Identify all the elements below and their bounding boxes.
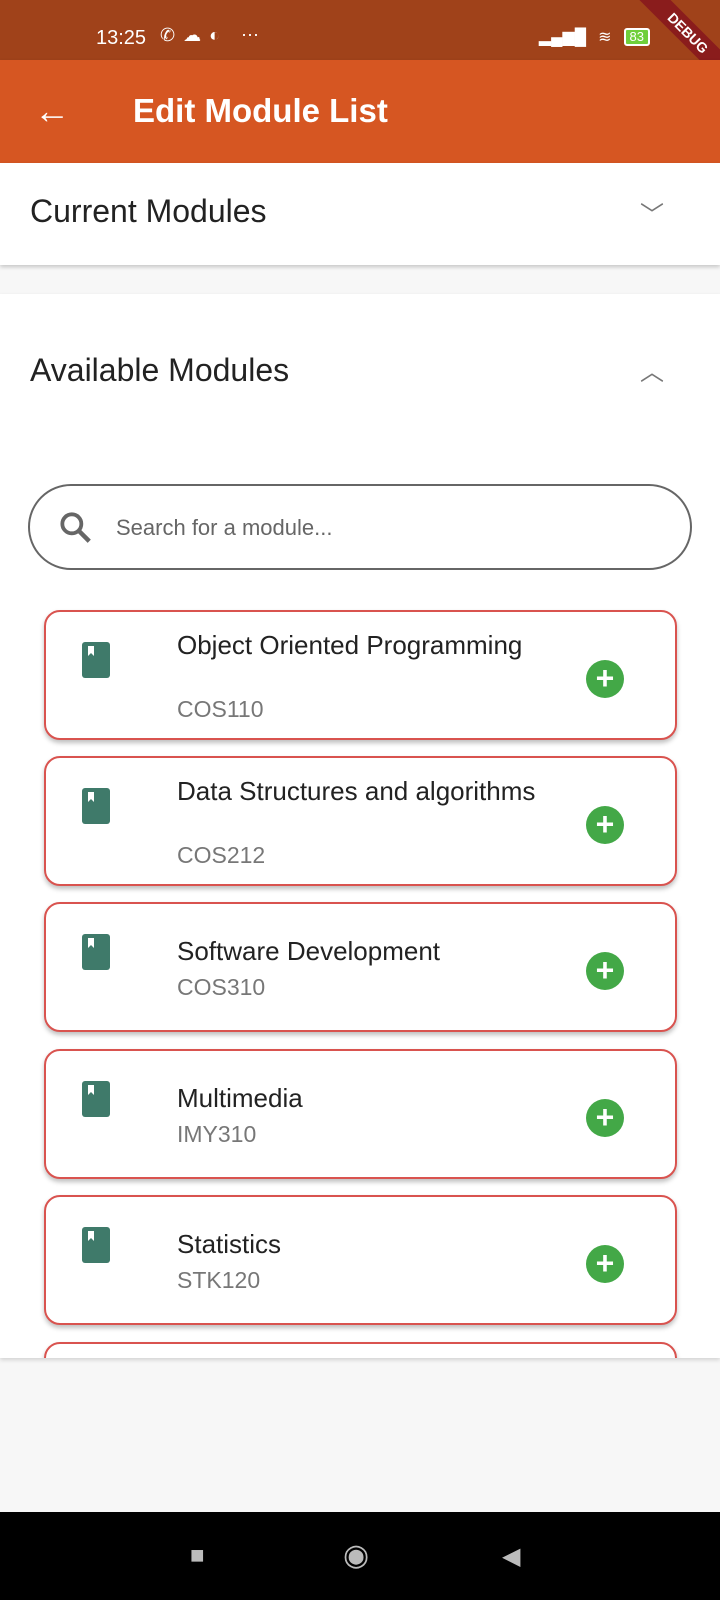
available-modules-title: Available Modules [30,352,290,388]
notification-icons: ✆☁◐ ⋯ [160,25,267,45]
module-name: Multimedia [177,1083,303,1113]
module-name: Statistics [177,1229,282,1259]
module-code: STK120 [177,1267,261,1293]
module-card[interactable] [44,1342,677,1358]
back-button[interactable]: ◀ [502,1542,520,1571]
book-icon [82,1227,110,1263]
wifi-icon: ≋ [598,29,612,46]
search-icon [60,512,91,543]
module-name: Object Oriented Programming [177,630,523,660]
battery-icon: 83 [623,28,650,46]
recents-button[interactable]: ■ [190,1542,205,1570]
add-circle-icon[interactable]: + [586,806,624,844]
current-modules-title: Current Modules [30,193,267,229]
module-card[interactable]: Data Structures and algorithms COS212 + [44,756,677,886]
module-name: Data Structures and algorithms [177,776,536,806]
module-card[interactable]: Object Oriented Programming COS110 + [44,610,677,740]
current-modules-panel[interactable]: Current Modules ﹀ [0,163,720,265]
module-code: COS310 [177,974,266,1000]
search-input[interactable] [116,506,656,550]
module-card[interactable]: Multimedia IMY310 + [44,1049,677,1179]
add-circle-icon[interactable]: + [586,952,624,990]
book-icon [82,642,110,678]
add-circle-icon[interactable]: + [586,660,624,698]
home-button[interactable]: ◉ [343,1538,369,1573]
system-nav-bar: ■ ◉ ◀ [0,1512,720,1600]
book-icon [82,788,110,824]
chevron-down-icon[interactable]: ﹀ [640,195,664,230]
add-circle-icon[interactable]: + [586,1245,624,1283]
module-name: Software Development [177,936,441,966]
book-icon [82,934,110,970]
add-circle-icon[interactable]: + [586,1099,624,1137]
status-time: 13:25 [96,27,147,49]
back-arrow-icon[interactable]: ← [34,90,70,132]
module-code: COS212 [177,842,266,868]
chevron-up-icon[interactable]: ︿ [640,352,664,387]
available-modules-panel: Available Modules ︿ Object Oriented Prog… [0,294,720,1358]
status-bar: 13:25 ✆☁◐ ⋯ ▂▄▆█ ≋ 83 DEBUG [0,0,720,91]
app-bar: ← Edit Module List [0,60,720,163]
module-code: IMY310 [177,1121,257,1147]
signal-icon: ▂▄▆█ [538,29,587,46]
page-title: Edit Module List [133,92,388,129]
module-card[interactable]: Software Development COS310 + [44,902,677,1032]
module-card[interactable]: Statistics STK120 + [44,1195,677,1325]
module-search[interactable] [28,484,692,570]
module-code: COS110 [177,696,264,722]
system-icons: ▂▄▆█ ≋ 83 [539,27,650,47]
book-icon [82,1081,110,1117]
